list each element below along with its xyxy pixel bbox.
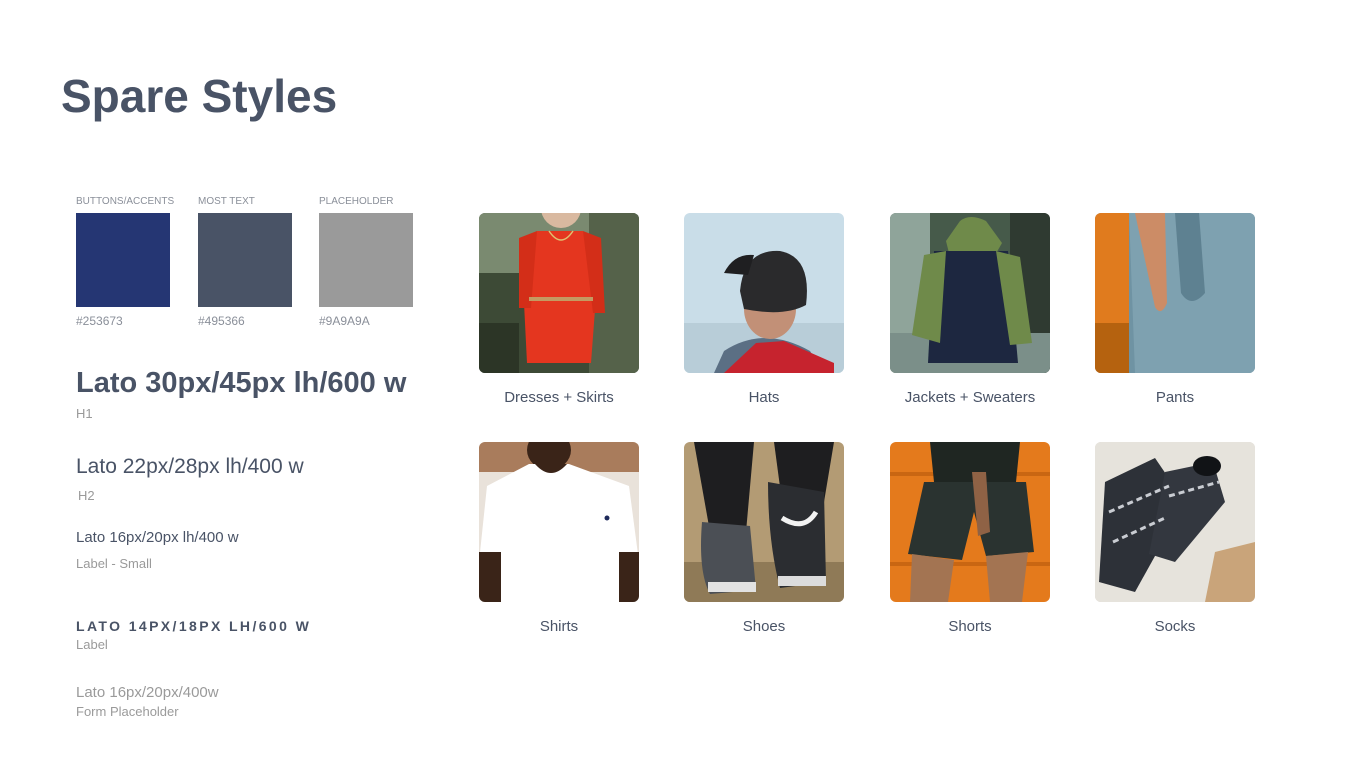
type-sample-label-small: Lato 16px/20px lh/400 w: [76, 529, 239, 546]
swatch-color-box: [319, 213, 413, 307]
swatch-buttons-accents: BUTTONS/ACCENTS #253673: [76, 196, 175, 328]
page-title: Spare Styles: [61, 70, 338, 122]
category-label: Pants: [1155, 389, 1195, 406]
shoes-photo[interactable]: [684, 442, 844, 602]
category-label: Shorts: [948, 618, 992, 635]
type-sample-placeholder: Lato 16px/20px/400w: [76, 684, 219, 701]
category-hats[interactable]: Hats: [684, 213, 844, 407]
swatch-label: MOST TEXT: [198, 196, 255, 207]
swatch-label: BUTTONS/ACCENTS: [76, 196, 175, 207]
category-socks[interactable]: Socks: [1095, 442, 1255, 636]
hat-photo[interactable]: [684, 213, 844, 373]
category-dresses-skirts[interactable]: Dresses + Skirts: [479, 213, 639, 407]
category-shoes[interactable]: Shoes: [684, 442, 844, 636]
category-shorts[interactable]: Shorts: [890, 442, 1050, 636]
type-sample-h1: Lato 30px/45px lh/600 w: [76, 367, 407, 399]
swatch-hex: #495366: [198, 314, 245, 328]
jacket-photo[interactable]: [890, 213, 1050, 373]
swatch-placeholder: PLACEHOLDER #9A9A9A: [319, 196, 415, 328]
swatch-color-box: [198, 213, 292, 307]
category-label: Hats: [748, 389, 780, 406]
socks-photo[interactable]: [1095, 442, 1255, 602]
type-spec-h2: Lato 22px/28px lh/400 w H2: [76, 454, 304, 504]
category-jackets-sweaters[interactable]: Jackets + Sweaters: [890, 213, 1050, 407]
category-label: Dresses + Skirts: [504, 389, 614, 406]
type-sample-label: LATO 14PX/18PX LH/600 W: [76, 618, 312, 634]
swatch-hex: #253673: [76, 314, 123, 328]
swatch-label: PLACEHOLDER: [319, 196, 394, 207]
category-pants[interactable]: Pants: [1095, 213, 1255, 407]
type-spec-label-small: Lato 16px/20px lh/400 w Label - Small: [76, 528, 239, 572]
type-name-h1: H1: [76, 406, 93, 421]
type-spec-placeholder: Lato 16px/20px/400w Form Placeholder: [76, 683, 219, 720]
category-label: Shirts: [539, 618, 579, 635]
dress-photo[interactable]: [479, 213, 639, 373]
swatch-color-box: [76, 213, 170, 307]
category-label: Socks: [1154, 618, 1196, 635]
category-label: Jackets + Sweaters: [904, 389, 1036, 406]
type-name-label: Label: [76, 637, 108, 652]
type-name-label-small: Label - Small: [76, 556, 152, 571]
swatch-hex: #9A9A9A: [319, 314, 370, 328]
swatch-most-text: MOST TEXT #495366: [198, 196, 294, 328]
shirt-photo[interactable]: [479, 442, 639, 602]
pants-photo[interactable]: [1095, 213, 1255, 373]
style-guide-page: Spare Styles BUTTONS/ACCENTS #253673 MOS…: [0, 0, 1353, 761]
type-sample-h2: Lato 22px/28px lh/400 w: [76, 455, 304, 478]
shorts-photo[interactable]: [890, 442, 1050, 602]
type-spec-label: LATO 14PX/18PX LH/600 W Label: [76, 617, 311, 653]
type-name-placeholder: Form Placeholder: [76, 704, 179, 719]
type-name-h2: H2: [78, 488, 95, 503]
category-shirts[interactable]: Shirts: [479, 442, 639, 636]
type-spec-h1: Lato 30px/45px lh/600 w H1: [76, 366, 406, 422]
category-label: Shoes: [742, 618, 786, 635]
